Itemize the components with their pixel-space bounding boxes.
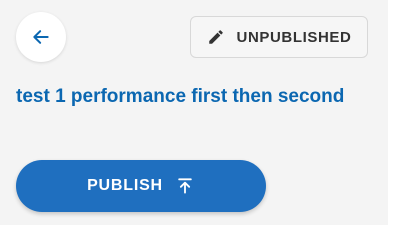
arrow-left-icon [31, 27, 51, 47]
upload-arrow-icon [175, 176, 195, 196]
publish-button-label: PUBLISH [87, 177, 163, 194]
status-label: UNPUBLISHED [236, 28, 352, 46]
unpublished-status-button[interactable]: UNPUBLISHED [190, 16, 368, 58]
pencil-icon [207, 28, 225, 46]
publish-button[interactable]: PUBLISH [16, 160, 266, 212]
page-title: test 1 performance first then second [16, 86, 345, 107]
editor-panel: UNPUBLISHED test 1 performance first the… [0, 0, 388, 225]
back-button[interactable] [16, 12, 66, 62]
